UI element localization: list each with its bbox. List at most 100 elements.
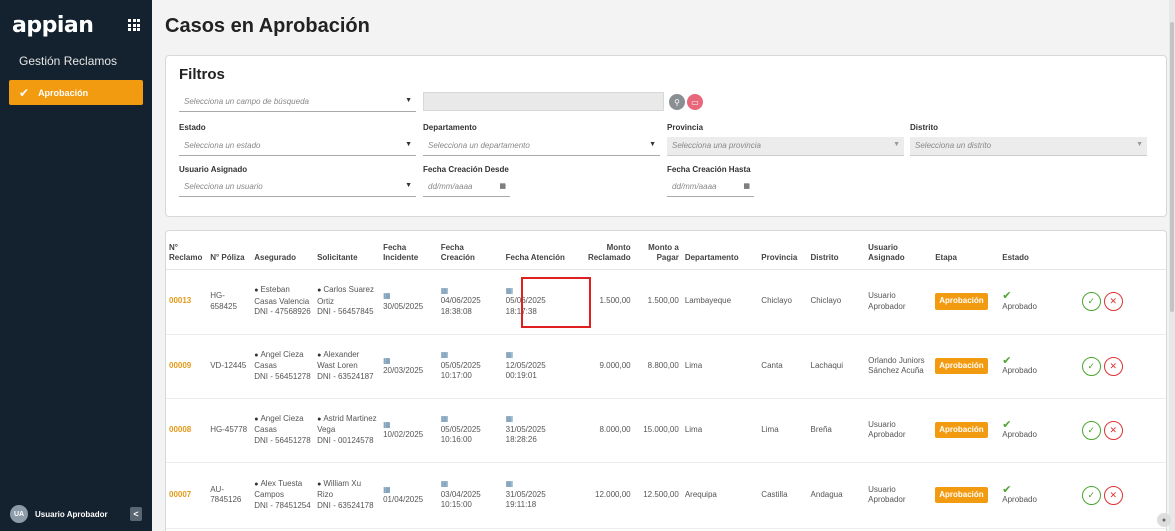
search-input[interactable] bbox=[423, 92, 664, 111]
col-header[interactable]: Asegurado bbox=[251, 231, 315, 270]
cases-table: N° Reclamo N° Póliza Asegurado Solicitan… bbox=[166, 231, 1166, 529]
col-header[interactable]: Fecha Incidente bbox=[380, 231, 438, 270]
reject-icon[interactable]: ✕ bbox=[1103, 356, 1123, 376]
approve-icon[interactable]: ✓ bbox=[1081, 420, 1101, 440]
reclamo-link[interactable]: 00013 bbox=[169, 296, 191, 305]
fecha-desde-input[interactable]: dd/mm/aaaa ▦ bbox=[423, 178, 510, 197]
reject-icon[interactable]: ✕ bbox=[1103, 292, 1123, 311]
approve-icon[interactable]: ✓ bbox=[1081, 292, 1101, 311]
monto-pagar-cell: 8.800,00 bbox=[633, 334, 682, 399]
calendar-icon: ▦ bbox=[440, 285, 449, 295]
actions-cell: ✓ ✕ bbox=[1075, 398, 1166, 463]
reject-icon[interactable]: ✕ bbox=[1103, 420, 1123, 440]
user-name[interactable]: Usuario Aprobador bbox=[35, 510, 108, 519]
departamento-cell: Arequipa bbox=[681, 462, 759, 529]
calendar-icon: ▦ bbox=[383, 355, 391, 365]
search-icon[interactable]: ⚲ bbox=[669, 94, 685, 110]
col-header[interactable]: Departamento bbox=[681, 231, 759, 270]
search-field-select[interactable]: Selecciona un campo de búsqueda ▼ bbox=[179, 93, 416, 112]
sidebar-item-label: Aprobación bbox=[38, 87, 89, 98]
appian-logo[interactable]: appian bbox=[12, 13, 94, 38]
monto-pagar-cell: 15.000,00 bbox=[633, 398, 682, 463]
fecha-hasta-input[interactable]: dd/mm/aaaa ▦ bbox=[667, 178, 754, 197]
table-row: 00013 HG-658425 Esteban Casas ValenciaDN… bbox=[166, 269, 1166, 335]
checkmark-icon: ✔ bbox=[1002, 354, 1012, 367]
distrito-select[interactable]: Selecciona un distrito ▼ bbox=[910, 137, 1147, 156]
poliza-cell: HG-45778 bbox=[207, 398, 252, 463]
cases-table-card: N° Reclamo N° Póliza Asegurado Solicitan… bbox=[165, 230, 1167, 531]
usuario-cell: Orlando Juniors Sánchez Acuña bbox=[865, 334, 933, 399]
calendar-icon[interactable]: ▦ bbox=[743, 182, 750, 190]
fecha-hasta-label: Fecha Creación Hasta bbox=[667, 165, 751, 174]
sidebar-item-aprobacion[interactable]: ✔ Aprobación bbox=[9, 80, 143, 105]
etapa-badge: Aprobación bbox=[935, 486, 988, 504]
asegurado-cell: Angel Cieza CasasDNI - 56451278 bbox=[251, 398, 315, 463]
col-header[interactable]: Monto a Pagar bbox=[633, 231, 682, 270]
solicitante-cell: William Xu RizoDNI - 63524178 bbox=[314, 462, 381, 529]
actions-cell: ✓ ✕ bbox=[1075, 462, 1166, 529]
provincia-select[interactable]: Selecciona una provincia ▼ bbox=[667, 137, 904, 156]
usuario-select[interactable]: Selecciona un usuario ▼ bbox=[179, 178, 416, 197]
checkmark-icon: ✔ bbox=[19, 85, 30, 100]
sidebar-section-gestion-reclamos[interactable]: Gestión Reclamos bbox=[0, 40, 152, 68]
reclamo-link[interactable]: 00009 bbox=[169, 361, 191, 370]
estado-cell: ✔ Aprobado bbox=[999, 269, 1076, 335]
monto-pagar-cell: 12.500,00 bbox=[633, 462, 682, 529]
departamento-select[interactable]: Selecciona un departamento ▼ bbox=[423, 137, 660, 156]
grid-icon[interactable] bbox=[128, 19, 140, 31]
distrito-cell: Andagua bbox=[807, 462, 866, 529]
col-header[interactable]: Estado bbox=[999, 231, 1076, 270]
chevron-down-icon: ▼ bbox=[649, 141, 656, 148]
col-header-actions bbox=[1075, 231, 1166, 270]
departamento-cell: Lambayeque bbox=[681, 269, 759, 335]
fecha-atencion-cell: ▦ 31/05/2025 19:11:18 bbox=[502, 462, 573, 529]
approve-icon[interactable]: ✓ bbox=[1081, 485, 1101, 505]
calendar-icon[interactable]: ▦ bbox=[499, 182, 506, 190]
departamento-label: Departamento bbox=[423, 123, 477, 132]
poliza-cell: VD-12445 bbox=[207, 334, 252, 399]
chevron-down-icon: ▼ bbox=[405, 97, 412, 104]
col-header[interactable]: Etapa bbox=[932, 231, 1000, 270]
col-header[interactable]: N° Póliza bbox=[207, 231, 252, 270]
chevron-down-icon: ▼ bbox=[893, 141, 900, 148]
actions-cell: ✓ ✕ bbox=[1075, 334, 1166, 399]
avatar[interactable]: UA bbox=[10, 505, 28, 523]
collapse-sidebar-button[interactable]: < bbox=[130, 507, 142, 521]
poliza-cell: HG-658425 bbox=[207, 269, 252, 335]
fecha-creacion-cell: ▦ 05/05/2025 10:16:00 bbox=[437, 398, 503, 463]
col-header[interactable]: Provincia bbox=[758, 231, 808, 270]
monto-reclamado-cell: 1.500,00 bbox=[572, 269, 634, 335]
trash-icon[interactable]: ▭ bbox=[687, 94, 703, 110]
col-header[interactable]: Solicitante bbox=[314, 231, 381, 270]
page-scrollbar[interactable] bbox=[1169, 0, 1175, 531]
col-header[interactable]: Usuario Asignado bbox=[865, 231, 933, 270]
col-header[interactable]: Monto Reclamado bbox=[572, 231, 634, 270]
usuario-cell: Usuario Aprobador bbox=[865, 398, 933, 463]
reclamo-link[interactable]: 00008 bbox=[169, 425, 191, 434]
col-header[interactable]: Distrito bbox=[807, 231, 866, 270]
monto-reclamado-cell: 12.000,00 bbox=[572, 462, 634, 529]
estado-cell: ✔ Aprobado bbox=[999, 462, 1076, 529]
col-header[interactable]: Fecha Creación bbox=[437, 231, 503, 270]
approve-icon[interactable]: ✓ bbox=[1081, 356, 1101, 376]
departamento-cell: Lima bbox=[681, 398, 759, 463]
distrito-cell: Lachaqui bbox=[807, 334, 866, 399]
estado-select[interactable]: Selecciona un estado ▼ bbox=[179, 137, 416, 156]
col-header[interactable]: Fecha Atención bbox=[502, 231, 573, 270]
asegurado-cell: Esteban Casas ValenciaDNI - 47568926 bbox=[251, 269, 315, 335]
distrito-cell: Chiclayo bbox=[807, 269, 866, 335]
usuario-cell: Usuario Aprobador bbox=[865, 462, 933, 529]
actions-cell: ✓ ✕ bbox=[1075, 269, 1166, 335]
fecha-creacion-cell: ▦ 04/06/2025 18:38:08 bbox=[437, 269, 503, 335]
poliza-cell: AU-7845126 bbox=[207, 462, 252, 529]
help-icon[interactable]: ● bbox=[1157, 513, 1171, 527]
monto-reclamado-cell: 9.000,00 bbox=[572, 334, 634, 399]
scrollbar-thumb[interactable] bbox=[1170, 22, 1174, 312]
provincia-cell: Chiclayo bbox=[758, 269, 808, 335]
reclamo-link[interactable]: 00007 bbox=[169, 490, 191, 499]
calendar-icon: ▦ bbox=[505, 350, 514, 360]
table-header-row: N° Reclamo N° Póliza Asegurado Solicitan… bbox=[166, 231, 1166, 270]
reject-icon[interactable]: ✕ bbox=[1103, 485, 1123, 505]
col-header[interactable]: N° Reclamo bbox=[166, 231, 208, 270]
usuario-label: Usuario Asignado bbox=[179, 165, 248, 174]
